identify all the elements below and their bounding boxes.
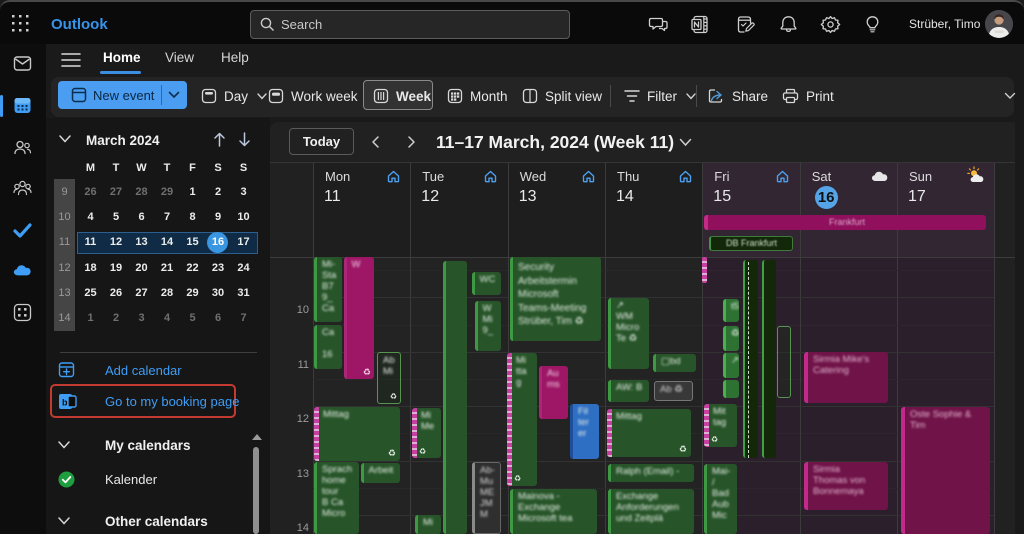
svg-text:b: b [62, 398, 68, 408]
